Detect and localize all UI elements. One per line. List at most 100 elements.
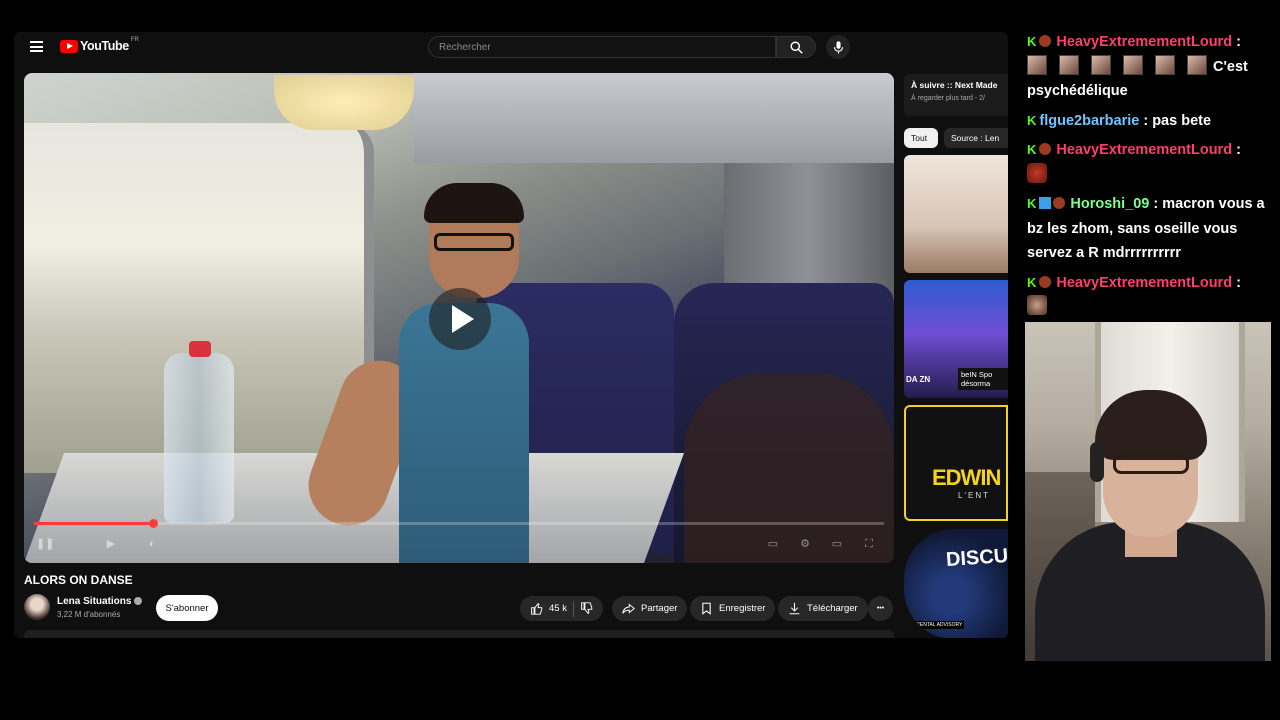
thumbnail-text: DISCU	[945, 544, 1008, 572]
recommended-thumbnail[interactable]: DISCU PARENTAL ADVISORY	[904, 529, 1008, 638]
logo-text: YouTube	[80, 39, 129, 53]
like-divider	[572, 600, 574, 617]
logo-country: FR	[130, 37, 139, 43]
recommended-thumbnail[interactable]	[904, 155, 1008, 273]
download-button[interactable]: Télécharger	[778, 596, 868, 621]
person-glasses	[434, 233, 514, 251]
emote-icon	[1027, 295, 1047, 315]
save-button[interactable]: Enregistrer	[690, 596, 776, 621]
user-badge-icon	[1053, 197, 1066, 209]
headset-icon	[1090, 442, 1104, 482]
voice-search-button[interactable]	[826, 35, 850, 59]
chat-text: pas bete	[1152, 112, 1212, 129]
chat-message: Kflgue2barbarie : pas bete	[1027, 109, 1280, 134]
up-next-card[interactable]: À suivre :: Next Made À regarder plus ta…	[904, 74, 1008, 116]
user-badge-icon	[1039, 143, 1052, 155]
thumbnail-logo-text: DA ZN	[906, 375, 931, 384]
verified-icon	[134, 597, 143, 606]
video-scene-light	[274, 75, 414, 130]
chat-message: K HeavyExtremementLourd : C'est psychédél…	[1027, 30, 1280, 104]
search-button[interactable]	[776, 36, 816, 58]
youtube-header: YouTube FR Rechercher	[14, 32, 1008, 62]
youtube-logo[interactable]: YouTube FR	[60, 37, 139, 53]
menu-icon[interactable]	[30, 41, 43, 52]
streamer-webcam	[1025, 322, 1271, 661]
share-button[interactable]: Partager	[612, 596, 688, 621]
progress-bar[interactable]	[34, 519, 884, 528]
chat-username[interactable]: HeavyExtremementLourd	[1056, 142, 1232, 158]
search-icon	[789, 40, 803, 54]
emote-icon	[1155, 54, 1175, 75]
thumbnail-text: beIN Spo désorma	[958, 368, 1008, 390]
player-controls: ❚❚ ▶ ◖ ▭ ⚙ ▭ ⛶	[24, 531, 894, 559]
kick-badge-icon: K	[1027, 142, 1037, 157]
thumbnail-text: EDWIN	[932, 465, 1001, 490]
emote-icon	[1027, 54, 1047, 75]
kick-badge-icon: K	[1027, 34, 1037, 49]
bookmark-icon	[702, 602, 711, 615]
description-box[interactable]	[24, 630, 894, 638]
chat-username[interactable]: Horoshi_09	[1070, 196, 1149, 212]
channel-avatar[interactable]	[24, 594, 50, 620]
more-icon: •••	[876, 605, 885, 612]
user-badge-icon	[1039, 35, 1052, 47]
thumbnail-subtext: L'ENT	[958, 491, 990, 500]
youtube-play-icon	[60, 39, 78, 53]
fullscreen-icon[interactable]: ⛶	[862, 537, 876, 551]
parental-advisory-label: PARENTAL ADVISORY	[908, 621, 965, 629]
youtube-window: YouTube FR Rechercher ❚❚ ▶ ◖ ▭ ⚙ ▭ ⛶ ALO…	[14, 32, 1008, 638]
more-actions-button[interactable]: •••	[868, 596, 893, 621]
user-badge-icon	[1039, 275, 1052, 288]
booster-badge-icon	[1039, 197, 1052, 209]
subscriber-count: 3,22 M d'abonnés	[57, 610, 121, 619]
emote-icon	[1187, 54, 1207, 75]
subtitles-icon[interactable]: ▭	[766, 537, 780, 551]
recommended-thumbnail[interactable]: EDWIN L'ENT	[904, 405, 1008, 521]
thumbs-up-icon[interactable]	[530, 602, 543, 615]
subscribe-button[interactable]: S'abonner	[156, 595, 218, 621]
kick-badge-icon: K	[1027, 112, 1037, 128]
up-next-title: À suivre :: Next Made	[911, 80, 998, 90]
like-count[interactable]: 45 k	[549, 603, 567, 614]
video-scene-bottle	[164, 353, 234, 523]
kick-badge-icon: K	[1027, 196, 1037, 211]
emote-icon	[1059, 54, 1079, 75]
next-icon[interactable]: ▶	[104, 537, 118, 551]
channel-name[interactable]: Lena Situations	[57, 596, 131, 607]
progress-handle[interactable]	[149, 519, 158, 528]
play-icon[interactable]	[429, 288, 491, 350]
up-next-subtitle: À regarder plus tard - 2/	[911, 95, 985, 102]
chat-username[interactable]: HeavyExtremementLourd	[1056, 34, 1232, 50]
download-icon	[789, 602, 800, 615]
thumbs-down-icon[interactable]	[580, 602, 593, 615]
chat-message: K HeavyExtremementLourd :	[1027, 138, 1280, 187]
video-scene-main-person	[297, 183, 554, 563]
microphone-icon	[833, 40, 843, 54]
person-hair	[424, 183, 524, 223]
webcam-glasses	[1113, 454, 1189, 474]
share-label: Partager	[641, 603, 678, 614]
emote-icon	[1027, 162, 1047, 183]
emote-icon	[1091, 54, 1111, 75]
chip-source[interactable]: Source : Len	[944, 128, 1008, 148]
search-input[interactable]: Rechercher	[428, 36, 776, 58]
video-title: ALORS ON DANSE	[24, 573, 133, 587]
video-scene-bottle-cap	[189, 341, 211, 357]
miniplayer-icon[interactable]: ▭	[830, 537, 844, 551]
share-icon	[622, 603, 635, 614]
channel-name-row[interactable]: Lena Situations	[57, 596, 143, 607]
chat-username[interactable]: flgue2barbarie	[1039, 113, 1139, 129]
emote-icon	[1123, 54, 1143, 75]
chip-all[interactable]: Tout	[904, 128, 938, 148]
pause-icon[interactable]: ❚❚	[36, 537, 54, 551]
video-player[interactable]: ❚❚ ▶ ◖ ▭ ⚙ ▭ ⛶	[24, 73, 894, 563]
video-scene-ceiling	[414, 73, 894, 163]
chat-username[interactable]: HeavyExtremementLourd	[1056, 275, 1232, 291]
kick-badge-icon: K	[1027, 274, 1037, 290]
volume-icon[interactable]: ◖	[144, 537, 158, 551]
recommended-thumbnail[interactable]: beIN Spo désorma DA ZN	[904, 280, 1008, 398]
chat-message: K Horoshi_09 : macron vous a bz les zhom,…	[1027, 192, 1280, 266]
like-dislike-group: 45 k	[520, 596, 603, 621]
stream-chat: K HeavyExtremementLourd : C'est psychédél…	[1027, 30, 1280, 325]
settings-icon[interactable]: ⚙	[798, 537, 812, 551]
